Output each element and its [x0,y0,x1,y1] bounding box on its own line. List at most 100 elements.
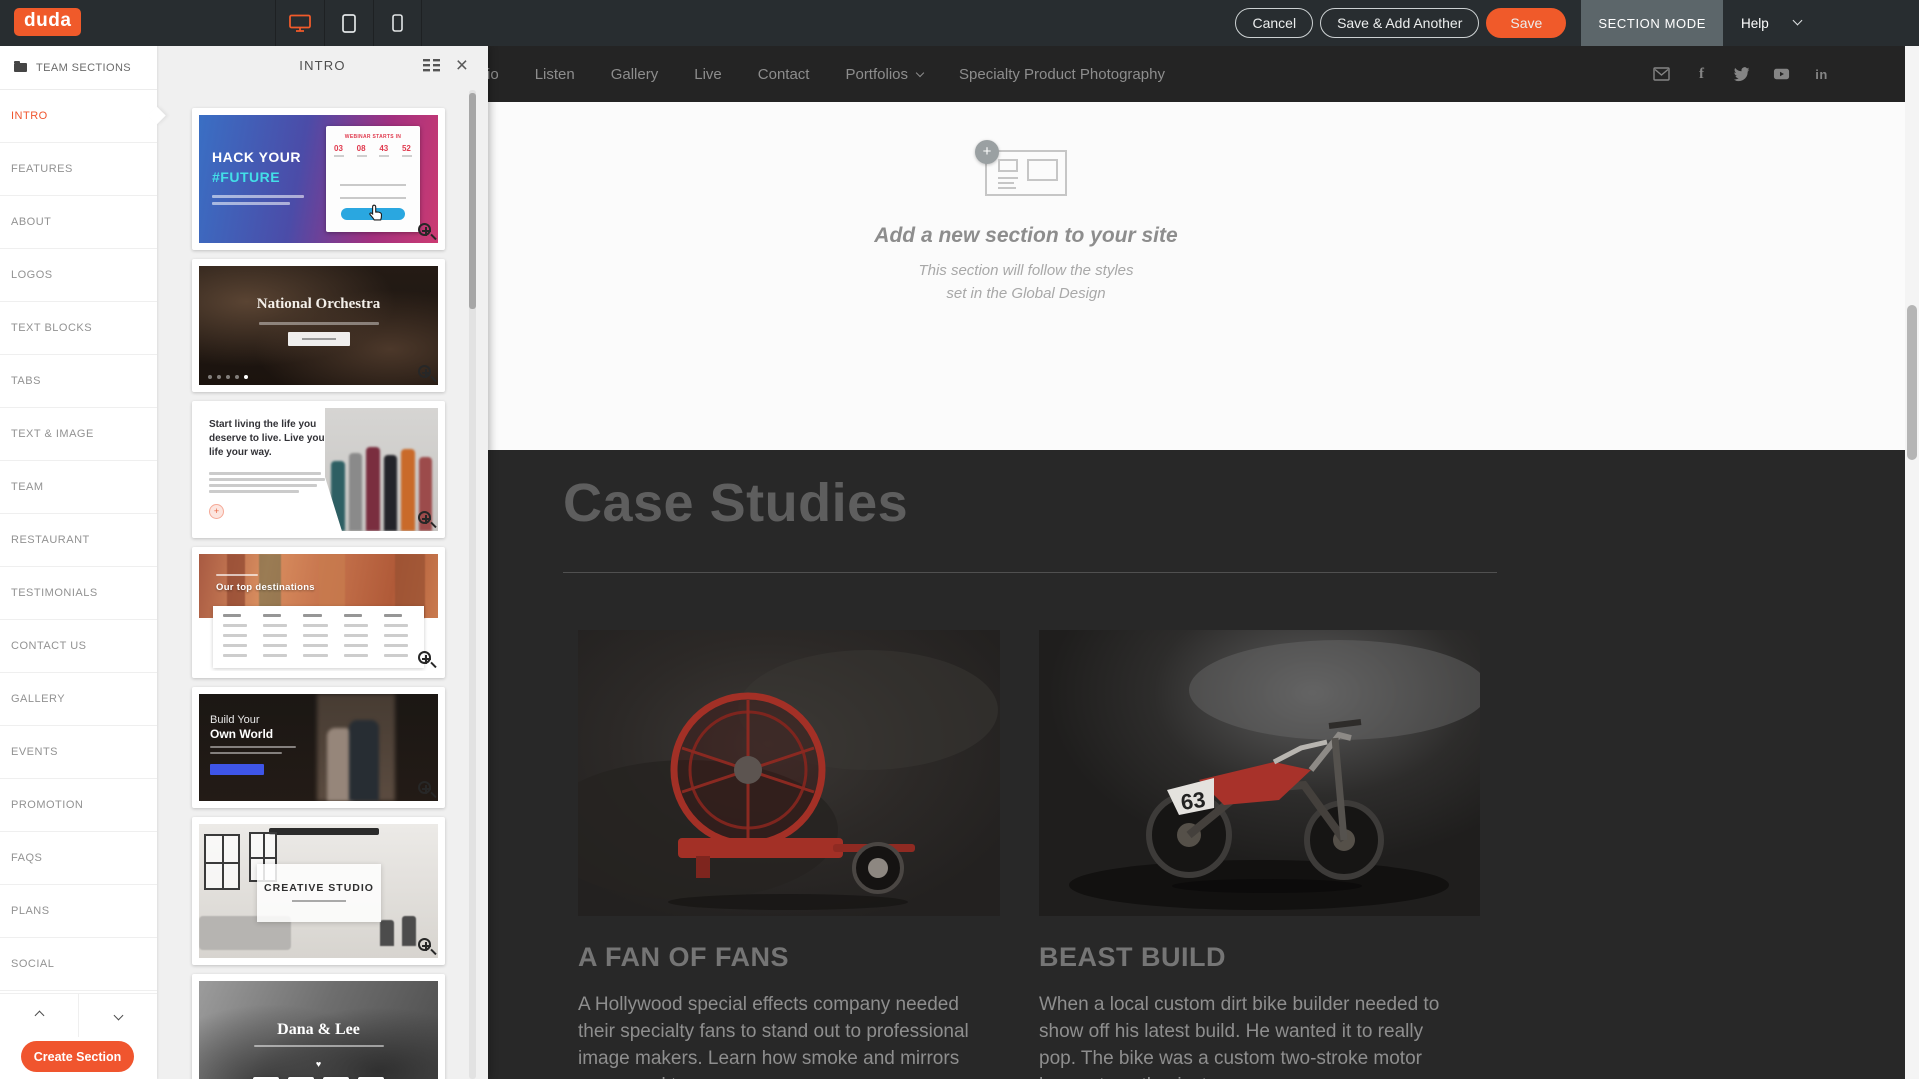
layout-view-icon[interactable] [423,59,440,77]
sidebar-header: TEAM SECTIONS [0,46,157,90]
chevron-down-icon [916,68,924,76]
twitter-icon[interactable] [1733,66,1750,83]
mobile-icon [392,14,403,32]
case-study-fan: A FAN OF FANS A Hollywood special effect… [578,630,1000,1079]
template-top-destinations[interactable]: Our top destinations [192,547,445,678]
mobile-preview-button[interactable] [373,0,422,46]
help-menu[interactable]: Help [1723,0,1919,46]
chevron-down-icon [113,1011,123,1021]
zoom-preview-icon[interactable] [418,511,431,524]
folder-icon [14,63,27,72]
sidebar-item-intro[interactable]: INTRO [0,90,157,143]
chevron-up-icon [34,1011,44,1021]
nav-item-specialty[interactable]: Specialty Product Photography [959,66,1165,83]
zoom-preview-icon[interactable] [418,781,431,794]
zoom-preview-icon[interactable] [418,651,431,664]
close-icon[interactable] [456,53,468,79]
duda-editor: io Listen Gallery Live Contact Portfolio… [0,0,1919,1079]
sidebar-item-promotion[interactable]: PROMOTION [0,779,157,832]
add-section-title: Add a new section to your site [816,224,1236,248]
fan-machine-image [578,630,1000,916]
desktop-preview-button[interactable] [275,0,324,46]
sidebar-item-faqs[interactable]: FAQS [0,832,157,885]
sidebar-item-social[interactable]: SOCIAL [0,938,157,991]
sections-sidebar: TEAM SECTIONS INTRO FEATURES ABOUT LOGOS… [0,46,157,1079]
sidebar-item-events[interactable]: EVENTS [0,726,157,779]
page-scrollbar[interactable] [1905,46,1919,1079]
topbar-actions: Cancel Save & Add Another Save SECTION M… [1235,0,1919,46]
template-hack-your-future[interactable]: HACK YOUR #FUTURE WEBINAR STARTS IN 03 0… [192,108,445,250]
nav-item-contact[interactable]: Contact [758,66,810,83]
sidebar-item-logos[interactable]: LOGOS [0,249,157,302]
nav-item-live[interactable]: Live [694,66,722,83]
template-national-orchestra[interactable]: National Orchestra [192,259,445,392]
nav-item-portfolios[interactable]: Portfolios [845,66,923,83]
countdown: 03 08 43 52 [334,144,412,157]
sidebar-item-text-blocks[interactable]: TEXT BLOCKS [0,302,157,355]
hand-cursor-icon [368,204,384,222]
case-study-heading: BEAST BUILD [1039,942,1480,973]
cancel-button[interactable]: Cancel [1235,8,1313,38]
section-wireframe-icon [985,150,1067,196]
scroll-down-button[interactable] [79,994,157,1037]
add-section-prompt[interactable]: Add a new section to your site This sect… [816,150,1236,305]
desktop-icon [288,13,312,33]
carousel-dots [208,375,248,379]
nav-item-listen[interactable]: Listen [535,66,575,83]
plus-hotspot-icon: + [209,504,224,519]
sidebar-item-contact-us[interactable]: CONTACT US [0,620,157,673]
duda-logo[interactable]: duda [14,8,81,36]
sidebar-item-team[interactable]: TEAM [0,461,157,514]
sidebar-item-gallery[interactable]: GALLERY [0,673,157,726]
nav-item-studio[interactable]: io [487,66,499,83]
zoom-preview-icon[interactable] [418,223,431,236]
case-study-heading: A FAN OF FANS [578,942,1000,973]
links-grid [213,606,424,668]
youtube-icon[interactable] [1773,66,1790,83]
overlay-card: CREATIVE STUDIO [257,864,381,922]
webinar-form-card: WEBINAR STARTS IN 03 08 43 52 [326,126,420,232]
save-button[interactable]: Save [1486,8,1566,38]
sidebar-item-restaurant[interactable]: RESTAURANT [0,514,157,567]
zoom-preview-icon[interactable] [418,365,431,378]
sidebar-item-testimonials[interactable]: TESTIMONIALS [0,567,157,620]
email-icon[interactable] [1653,66,1670,83]
template-creative-studio[interactable]: CREATIVE STUDIO [192,817,445,965]
divider [563,572,1497,573]
sidebar-item-text-image[interactable]: TEXT & IMAGE [0,408,157,461]
tablet-icon [342,14,356,33]
scroll-up-button[interactable] [0,994,79,1037]
linkedin-icon[interactable] [1813,66,1830,83]
case-study-body: A Hollywood special effects company need… [578,991,985,1079]
template-build-your-own-world[interactable]: Build Your Own World [192,687,445,808]
sidebar-item-about[interactable]: ABOUT [0,196,157,249]
sidebar-item-tabs[interactable]: TABS [0,355,157,408]
facebook-icon[interactable] [1693,66,1710,83]
zoom-preview-icon[interactable] [418,938,431,951]
plus-icon [975,140,999,164]
sidebar-item-features[interactable]: FEATURES [0,143,157,196]
intro-templates-panel: INTRO HACK YOUR #FUTURE WEBINAR STARTS I… [157,46,488,1079]
template-start-living[interactable]: Start living the life you deserve to liv… [192,401,445,538]
device-switcher [275,0,422,46]
button-preview [210,764,264,775]
sidebar-item-plans[interactable]: PLANS [0,885,157,938]
dirt-bike-image: 63 [1039,630,1480,916]
case-study-bike: 63 BEAST BUILD When a local custom dirt … [1039,630,1480,1079]
button-preview [288,332,350,346]
svg-text:63: 63 [1179,787,1207,815]
panel-scrollbar-thumb[interactable] [469,93,476,309]
chevron-down-icon [1793,16,1803,26]
editor-topbar: duda Cancel Save & Add Another [0,0,1919,46]
panel-header: INTRO [157,46,488,88]
nav-item-gallery[interactable]: Gallery [611,66,659,83]
social-links [1653,46,1830,102]
template-dana-and-lee[interactable]: Dana & Lee [192,974,445,1079]
section-mode-badge: SECTION MODE [1581,0,1723,46]
create-section-button[interactable]: Create Section [21,1041,134,1072]
page-scrollbar-thumb[interactable] [1907,305,1917,460]
save-add-another-button[interactable]: Save & Add Another [1320,8,1479,38]
template-list: HACK YOUR #FUTURE WEBINAR STARTS IN 03 0… [192,108,445,1079]
tablet-preview-button[interactable] [324,0,373,46]
site-nav-items: io Listen Gallery Live Contact Portfolio… [487,66,1165,83]
